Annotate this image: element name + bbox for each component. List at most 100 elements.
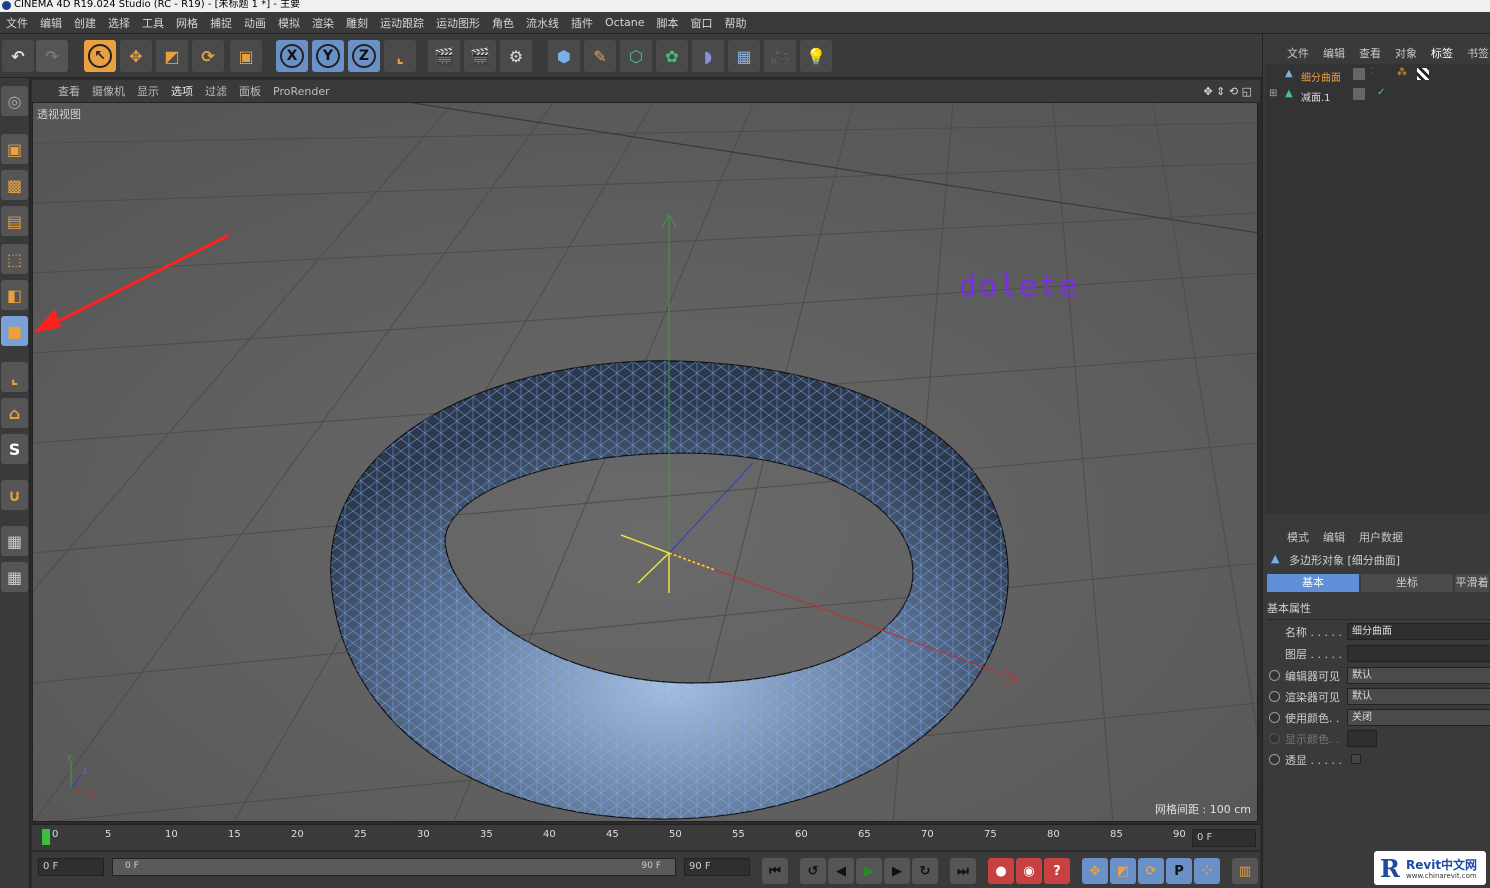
menu-mesh[interactable]: 网格: [176, 15, 198, 31]
floor-button[interactable]: ▦: [728, 40, 760, 72]
keyframe-selection-button[interactable]: ?: [1044, 858, 1070, 884]
render-visible-select[interactable]: 默认: [1347, 688, 1490, 705]
viewport-menu-view[interactable]: 查看: [58, 83, 80, 99]
menu-mograph[interactable]: 运动图形: [436, 15, 480, 31]
render-settings-button[interactable]: ⚙: [500, 40, 532, 72]
rotate-tool-button[interactable]: ⟳: [192, 40, 224, 72]
om-menu-view[interactable]: 查看: [1359, 45, 1381, 61]
points-mode-button[interactable]: ⬚: [1, 244, 28, 274]
am-menu-mode[interactable]: 模式: [1287, 529, 1309, 545]
viewport-navigation-icons[interactable]: ✥ ⇕ ⟲ ◱: [1203, 85, 1252, 98]
coordinate-system-button[interactable]: ⌞: [384, 40, 416, 72]
texture-mode-button[interactable]: ▩: [1, 170, 28, 200]
render-picture-viewer-button[interactable]: 🎬: [464, 40, 496, 72]
recent-tool-button[interactable]: ▣: [230, 40, 262, 72]
menu-sculpt[interactable]: 雕刻: [346, 15, 368, 31]
solo-mode-button[interactable]: S: [1, 434, 28, 464]
menu-edit[interactable]: 编辑: [40, 15, 62, 31]
keyframe-radio[interactable]: [1269, 754, 1280, 765]
go-to-start-button[interactable]: ⏮: [762, 858, 788, 884]
workplane-mode-button[interactable]: ▤: [1, 206, 28, 236]
x-ray-checkbox[interactable]: [1351, 754, 1361, 764]
snapping-button[interactable]: ∪: [1, 480, 28, 510]
menu-window[interactable]: 窗口: [691, 15, 713, 31]
key-position-button[interactable]: ✥: [1082, 858, 1108, 884]
subdivision-surface-button[interactable]: ⬡: [620, 40, 652, 72]
tab-phong[interactable]: 平滑着: [1455, 574, 1489, 592]
live-selection-button[interactable]: ↖: [84, 40, 116, 72]
record-keys-button[interactable]: ●: [988, 858, 1014, 884]
axis-mode-button[interactable]: ⌞: [1, 362, 28, 392]
om-menu-bookmarks[interactable]: 书签: [1467, 45, 1489, 61]
x-axis-lock-button[interactable]: X: [276, 40, 308, 72]
viewport-menu-prorender[interactable]: ProRender: [273, 85, 330, 98]
menu-create[interactable]: 创建: [74, 15, 96, 31]
start-frame-field[interactable]: 0 F: [38, 858, 104, 876]
menu-select[interactable]: 选择: [108, 15, 130, 31]
object-row-polygon-reduction[interactable]: ⊞ ▲ 减面.1 ✓: [1265, 86, 1490, 106]
polygons-mode-button[interactable]: ■: [1, 316, 28, 346]
menu-snap[interactable]: 捕捉: [210, 15, 232, 31]
am-menu-edit[interactable]: 编辑: [1323, 529, 1345, 545]
pen-spline-button[interactable]: ✎: [584, 40, 616, 72]
next-frame-button[interactable]: ▶: [884, 858, 910, 884]
menu-octane[interactable]: Octane: [605, 16, 645, 29]
viewport-menu-filter[interactable]: 过滤: [205, 83, 227, 99]
keyframe-radio[interactable]: [1269, 670, 1280, 681]
menu-tools[interactable]: 工具: [142, 15, 164, 31]
layer-field[interactable]: [1347, 645, 1490, 662]
keyframe-radio[interactable]: [1269, 691, 1280, 702]
menu-plugins[interactable]: 插件: [571, 15, 593, 31]
timeline-playhead[interactable]: [42, 829, 50, 845]
play-button[interactable]: ▶: [856, 858, 882, 884]
menu-motion-tracking[interactable]: 运动跟踪: [380, 15, 424, 31]
z-axis-lock-button[interactable]: Z: [348, 40, 380, 72]
menu-file[interactable]: 文件: [6, 15, 28, 31]
tab-coordinates[interactable]: 坐标: [1361, 574, 1453, 592]
viewport-menu-options[interactable]: 选项: [171, 83, 193, 99]
light-button[interactable]: 💡: [800, 40, 832, 72]
model-mode-button[interactable]: ▣: [1, 134, 28, 164]
timeline-ruler[interactable]: 0 5 10 15 20 25 30 35 40 45 50 55 60 65 …: [32, 824, 1260, 850]
timeline-window-button[interactable]: ▥: [1232, 858, 1258, 884]
menu-character[interactable]: 角色: [492, 15, 514, 31]
editor-visible-select[interactable]: 默认: [1347, 667, 1490, 684]
redo-button[interactable]: ↷: [36, 40, 68, 72]
object-row-subdivision[interactable]: ▲ 细分曲面 ⁚ ⁂: [1265, 66, 1490, 86]
y-axis-lock-button[interactable]: Y: [312, 40, 344, 72]
go-to-end-button[interactable]: ⏭: [950, 858, 976, 884]
previous-key-button[interactable]: ↺: [800, 858, 826, 884]
planar-workplane-button[interactable]: ▦: [1, 562, 28, 592]
am-menu-user-data[interactable]: 用户数据: [1359, 529, 1403, 545]
om-menu-edit[interactable]: 编辑: [1323, 45, 1345, 61]
auto-keying-button[interactable]: ◉: [1016, 858, 1042, 884]
move-tool-button[interactable]: ✥: [120, 40, 152, 72]
om-menu-objects[interactable]: 对象: [1395, 45, 1417, 61]
menu-simulate[interactable]: 模拟: [278, 15, 300, 31]
render-view-button[interactable]: 🎬: [428, 40, 460, 72]
menu-render[interactable]: 渲染: [312, 15, 334, 31]
scale-tool-button[interactable]: ◩: [156, 40, 188, 72]
make-editable-button[interactable]: ◎: [1, 86, 28, 116]
key-scale-button[interactable]: ◩: [1110, 858, 1136, 884]
menu-pipeline[interactable]: 流水线: [526, 15, 559, 31]
menu-script[interactable]: 脚本: [657, 15, 679, 31]
frame-range-slider[interactable]: 0 F 90 F: [112, 858, 676, 876]
cloner-button[interactable]: ✿: [656, 40, 688, 72]
viewport-menu-display[interactable]: 显示: [137, 83, 159, 99]
keyframe-radio[interactable]: [1269, 712, 1280, 723]
tweak-mode-button[interactable]: ⌂: [1, 398, 28, 428]
key-parameter-button[interactable]: P: [1166, 858, 1192, 884]
menu-animate[interactable]: 动画: [244, 15, 266, 31]
current-frame-field[interactable]: 0 F: [1192, 829, 1256, 847]
tab-basic[interactable]: 基本: [1267, 574, 1359, 592]
om-menu-file[interactable]: 文件: [1287, 45, 1309, 61]
next-key-button[interactable]: ↻: [912, 858, 938, 884]
key-rotation-button[interactable]: ⟳: [1138, 858, 1164, 884]
om-menu-tags[interactable]: 标签: [1431, 45, 1453, 61]
end-frame-field[interactable]: 90 F: [684, 858, 750, 876]
camera-button[interactable]: 🎥: [764, 40, 796, 72]
use-color-select[interactable]: 关闭: [1347, 709, 1490, 726]
previous-frame-button[interactable]: ◀: [828, 858, 854, 884]
edges-mode-button[interactable]: ◧: [1, 280, 28, 310]
